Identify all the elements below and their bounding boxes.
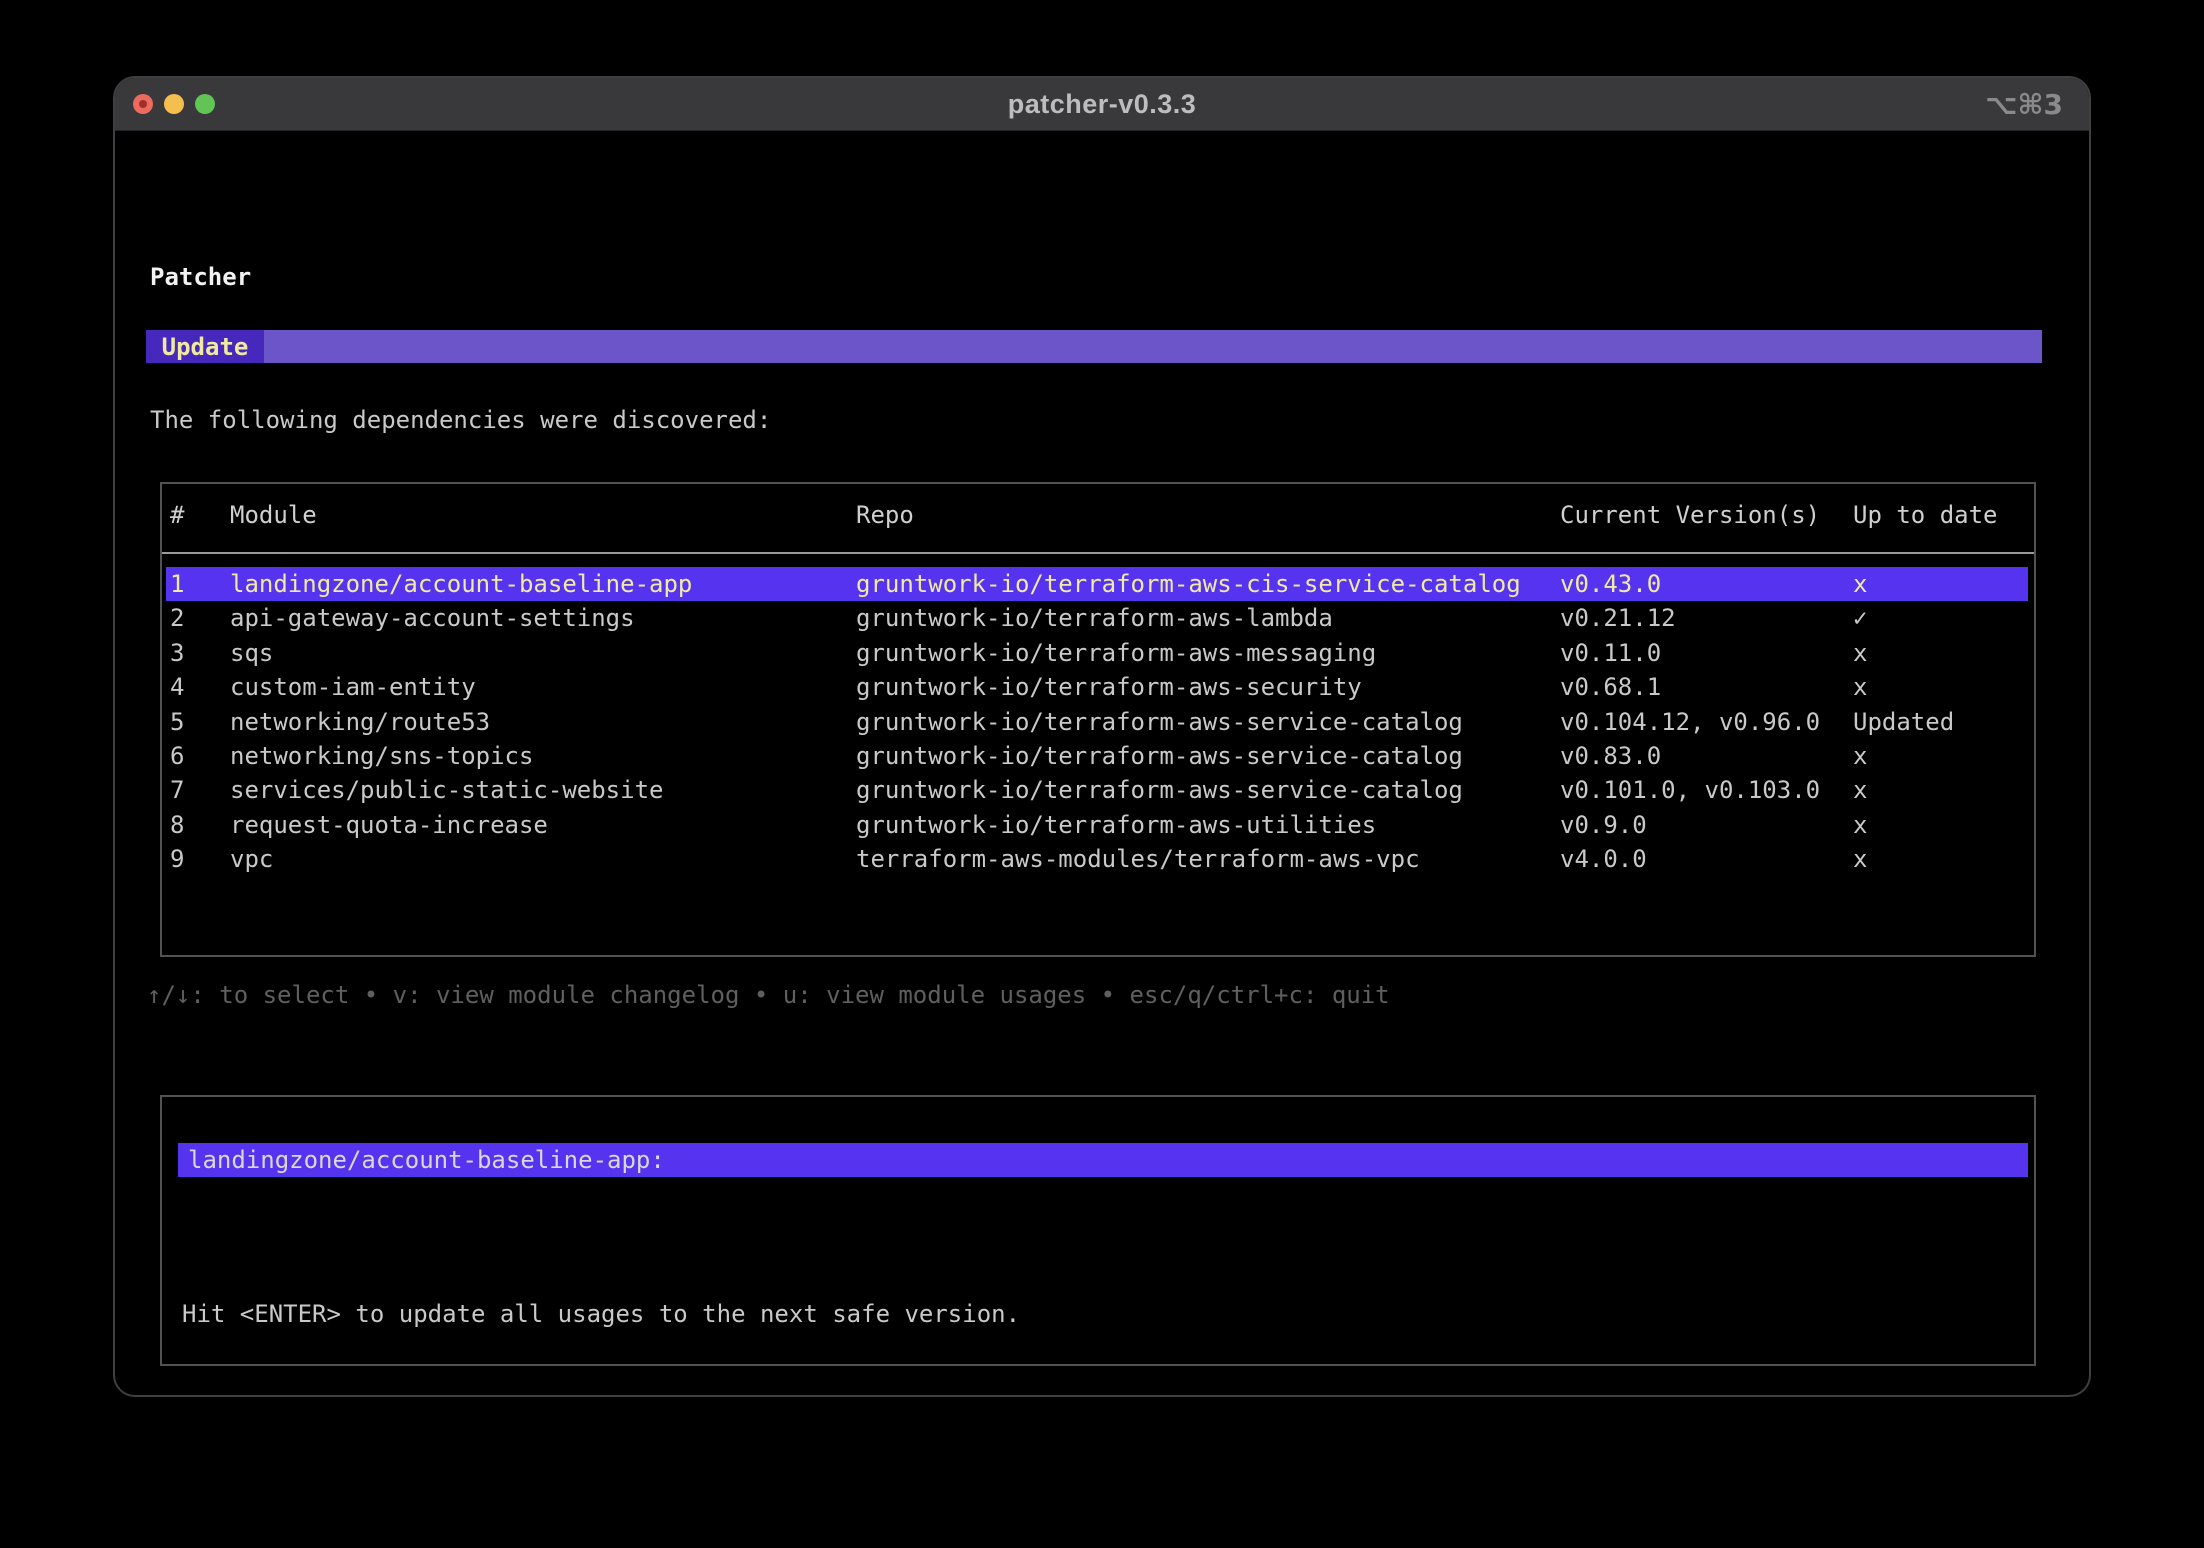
window-shortcut-hint: ⌥⌘3 — [1985, 78, 2063, 130]
col-header-uptodate: Up to date — [1853, 498, 2028, 532]
table-row[interactable]: 4 custom-iam-entity gruntwork-io/terrafo… — [166, 670, 2028, 704]
intro-text: The following dependencies were discover… — [150, 403, 771, 437]
app-window: patcher-v0.3.3 ⌥⌘3 Patcher Update The fo… — [113, 76, 2091, 1397]
row-repo: gruntwork-io/terraform-aws-lambda — [856, 601, 1560, 635]
row-status: x — [1853, 670, 2028, 704]
selected-module-panel: landingzone/account-baseline-app: Hit <E… — [160, 1095, 2036, 1366]
window-title: patcher-v0.3.3 — [1008, 89, 1197, 120]
row-number: 7 — [170, 773, 230, 807]
table-row[interactable]: 1 landingzone/account-baseline-app grunt… — [166, 567, 2028, 601]
terminal-content: Patcher Update The following dependencie… — [115, 131, 2089, 1395]
table-row[interactable]: 6 networking/sns-topics gruntwork-io/ter… — [166, 739, 2028, 773]
table-row[interactable]: 3 sqs gruntwork-io/terraform-aws-messagi… — [166, 636, 2028, 670]
col-header-module: Module — [230, 498, 856, 532]
row-repo: gruntwork-io/terraform-aws-utilities — [856, 808, 1560, 842]
row-versions: v0.9.0 — [1560, 808, 1853, 842]
zoom-button[interactable] — [195, 94, 215, 114]
row-number: 6 — [170, 739, 230, 773]
row-module: networking/route53 — [230, 705, 856, 739]
screen-background: patcher-v0.3.3 ⌥⌘3 Patcher Update The fo… — [0, 0, 2204, 1548]
row-repo: gruntwork-io/terraform-aws-security — [856, 670, 1560, 704]
row-module: custom-iam-entity — [230, 670, 856, 704]
row-status: x — [1853, 567, 2028, 601]
row-versions: v0.43.0 — [1560, 567, 1853, 601]
row-repo: gruntwork-io/terraform-aws-service-catal… — [856, 705, 1560, 739]
table-row[interactable]: 8 request-quota-increase gruntwork-io/te… — [166, 808, 2028, 842]
row-repo: gruntwork-io/terraform-aws-service-catal… — [856, 739, 1560, 773]
col-header-num: # — [170, 498, 230, 532]
row-module: networking/sns-topics — [230, 739, 856, 773]
row-module: sqs — [230, 636, 856, 670]
row-versions: v0.11.0 — [1560, 636, 1853, 670]
keyboard-help-line: ↑/↓: to select • v: view module changelo… — [147, 978, 1390, 1012]
row-module: request-quota-increase — [230, 808, 856, 842]
row-versions: v0.68.1 — [1560, 670, 1853, 704]
tab-update[interactable]: Update — [146, 330, 264, 363]
dependencies-table: # Module Repo Current Version(s) Up to d… — [160, 482, 2036, 957]
row-number: 4 — [170, 670, 230, 704]
selected-module-header: landingzone/account-baseline-app: — [178, 1143, 2028, 1177]
row-module: landingzone/account-baseline-app — [230, 567, 856, 601]
row-status: x — [1853, 636, 2028, 670]
table-row[interactable]: 5 networking/route53 gruntwork-io/terraf… — [166, 705, 2028, 739]
minimize-button[interactable] — [164, 94, 184, 114]
row-status: x — [1853, 773, 2028, 807]
table-row[interactable]: 9 vpc terraform-aws-modules/terraform-aw… — [166, 842, 2028, 876]
row-versions: v0.104.12, v0.96.0 — [1560, 705, 1853, 739]
row-module: vpc — [230, 842, 856, 876]
row-status: Updated — [1853, 705, 2028, 739]
row-versions: v4.0.0 — [1560, 842, 1853, 876]
window-titlebar[interactable]: patcher-v0.3.3 ⌥⌘3 — [115, 78, 2089, 131]
close-button[interactable] — [133, 94, 153, 114]
row-module: services/public-static-website — [230, 773, 856, 807]
row-module: api-gateway-account-settings — [230, 601, 856, 635]
traffic-lights — [133, 78, 215, 130]
update-tab-bar: Update — [146, 330, 2042, 363]
row-status: x — [1853, 739, 2028, 773]
selected-module-instructions: Hit <ENTER> to update all usages to the … — [182, 1228, 1352, 1397]
row-versions: v0.21.12 — [1560, 601, 1853, 635]
page-title: Patcher — [150, 260, 251, 294]
row-number: 1 — [170, 567, 230, 601]
row-versions: v0.83.0 — [1560, 739, 1853, 773]
col-header-versions: Current Version(s) — [1560, 498, 1853, 532]
row-number: 9 — [170, 842, 230, 876]
col-header-repo: Repo — [856, 498, 1560, 532]
table-rows: 1 landingzone/account-baseline-app grunt… — [162, 554, 2034, 877]
table-row[interactable]: 2 api-gateway-account-settings gruntwork… — [166, 601, 2028, 635]
row-number: 3 — [170, 636, 230, 670]
table-row[interactable]: 7 services/public-static-website gruntwo… — [166, 773, 2028, 807]
row-repo: terraform-aws-modules/terraform-aws-vpc — [856, 842, 1560, 876]
row-repo: gruntwork-io/terraform-aws-cis-service-c… — [856, 567, 1560, 601]
table-header: # Module Repo Current Version(s) Up to d… — [162, 498, 2034, 554]
row-versions: v0.101.0, v0.103.0 — [1560, 773, 1853, 807]
row-number: 8 — [170, 808, 230, 842]
instruction-enter: Hit <ENTER> to update all usages to the … — [182, 1297, 1352, 1331]
row-status: x — [1853, 842, 2028, 876]
row-status: x — [1853, 808, 2028, 842]
row-number: 2 — [170, 601, 230, 635]
row-repo: gruntwork-io/terraform-aws-messaging — [856, 636, 1560, 670]
row-repo: gruntwork-io/terraform-aws-service-catal… — [856, 773, 1560, 807]
row-status: ✓ — [1853, 601, 2028, 635]
row-number: 5 — [170, 705, 230, 739]
